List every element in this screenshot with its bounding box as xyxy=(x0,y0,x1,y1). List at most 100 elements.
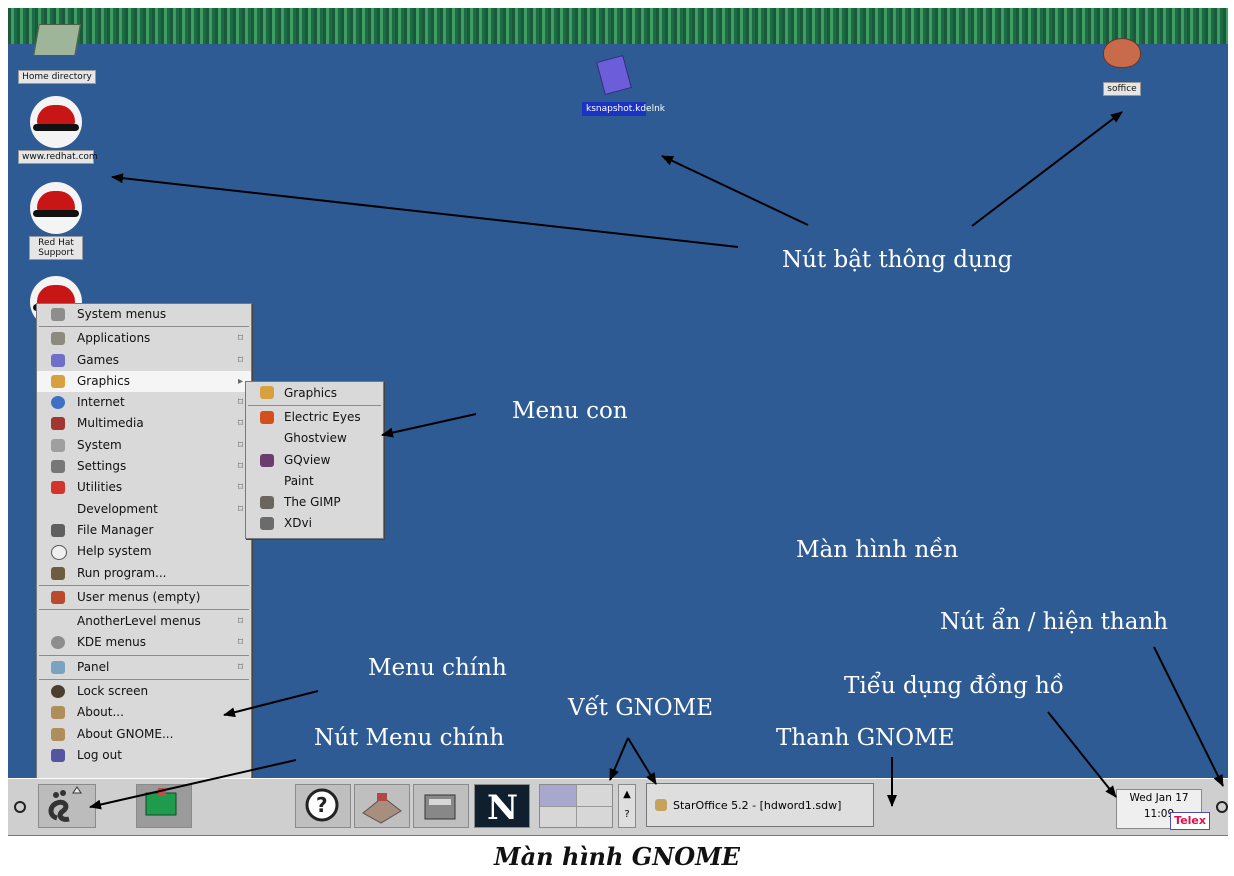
soffice-apple-icon xyxy=(1103,38,1141,68)
menu-item-help-system[interactable]: Help system xyxy=(37,541,251,562)
pager-desktop-4[interactable] xyxy=(577,807,613,828)
menu-item-lock-screen[interactable]: Lock screen xyxy=(37,681,251,702)
submenu-item-electric-eyes[interactable]: Electric Eyes xyxy=(246,407,383,428)
help-icon xyxy=(51,545,67,561)
tasklist-button[interactable]: StarOffice 5.2 - [hdword1.sdw] xyxy=(646,783,874,827)
main-menu-button[interactable] xyxy=(38,784,96,828)
soffice-label: soffice xyxy=(1103,82,1141,96)
applications-icon xyxy=(51,332,65,346)
pager-desktop-1[interactable] xyxy=(540,785,577,807)
menu-item-internet[interactable]: Internet ⌑ xyxy=(37,392,251,413)
submenu-arrow-icon: ⌑ xyxy=(237,637,243,649)
redhat-support-icon[interactable]: Red Hat Support xyxy=(17,182,95,260)
netscape-icon: N xyxy=(487,788,518,828)
ksnapshot-label: ksnapshot.kdelnk xyxy=(582,102,665,116)
redhat-support-label: Red Hat Support xyxy=(29,236,83,260)
gnome-panel[interactable]: ? N ▲? StarOffice 5.2 - [hdword1.sdw] We… xyxy=(8,778,1228,836)
menu-item-system-menus[interactable]: System menus xyxy=(37,304,251,325)
hide-panel-left-button[interactable] xyxy=(14,801,26,813)
submenu-item-ghostview[interactable]: Ghostview xyxy=(246,428,383,449)
lock-icon xyxy=(51,685,65,699)
staroffice-icon xyxy=(655,799,667,811)
netscape-launcher-icon[interactable]: N xyxy=(474,784,530,828)
menu-separator xyxy=(39,654,249,656)
annotation-clock-applet: Tiểu dụng đồng hồ xyxy=(844,673,1064,699)
gqview-icon xyxy=(260,453,274,467)
desktop-wallpaper-strip xyxy=(8,8,1228,44)
redhat-logo-icon xyxy=(30,182,82,234)
menu-item-log-out[interactable]: Log out xyxy=(37,745,251,766)
clock-applet[interactable]: Wed Jan 17 11:09 Telex xyxy=(1116,789,1210,830)
menu-item-panel[interactable]: Panel ⌑ xyxy=(37,657,251,678)
submenu-arrow-icon: ▸ xyxy=(237,375,243,387)
menu-item-utilities[interactable]: Utilities ⌑ xyxy=(37,477,251,498)
launcher-green-icon[interactable] xyxy=(136,784,192,828)
menu-item-settings[interactable]: Settings ⌑ xyxy=(37,456,251,477)
menu-separator xyxy=(39,679,249,681)
submenu-item-graphics[interactable]: Graphics xyxy=(246,382,383,404)
menu-item-about[interactable]: About... xyxy=(37,702,251,723)
question-icon: ? xyxy=(624,809,630,820)
soffice-icon[interactable]: soffice xyxy=(1092,38,1152,96)
ksnapshot-icon[interactable]: ksnapshot.kdelnk xyxy=(578,54,665,116)
menu-item-anotherlevel-menus[interactable]: AnotherLevel menus ⌑ xyxy=(37,611,251,632)
home-directory-icon[interactable]: Home directory xyxy=(12,24,102,84)
submenu-item-paint[interactable]: Paint xyxy=(246,471,383,492)
help-icon: ? xyxy=(305,788,339,822)
electric-eyes-icon xyxy=(260,411,274,424)
graphics-icon xyxy=(51,374,65,388)
submenu-arrow-icon: ⌑ xyxy=(237,461,243,473)
telex-badge: Telex xyxy=(1170,812,1210,830)
menu-item-kde-menus[interactable]: KDE menus ⌑ xyxy=(37,632,251,653)
user-menus-icon xyxy=(51,590,65,604)
main-menu[interactable]: System menus Applications ⌑ Games ⌑ Graphi… xyxy=(36,303,252,779)
gnome-pager[interactable] xyxy=(539,784,613,828)
task-label: StarOffice 5.2 - [hdword1.sdw] xyxy=(673,799,842,812)
file-manager-icon xyxy=(51,523,65,537)
menu-item-multimedia[interactable]: Multimedia ⌑ xyxy=(37,413,251,434)
terminal-launcher-icon[interactable] xyxy=(354,784,410,828)
annotation-gnome-panel: Thanh GNOME xyxy=(776,725,955,751)
pager-menu-button[interactable]: ▲? xyxy=(618,784,636,828)
submenu-item-gimp[interactable]: The GIMP xyxy=(246,492,383,513)
menu-item-applications[interactable]: Applications ⌑ xyxy=(37,328,251,349)
svg-text:?: ? xyxy=(316,793,328,817)
menu-item-development[interactable]: Development ⌑ xyxy=(37,499,251,520)
about-icon xyxy=(51,706,65,720)
menu-item-about-gnome[interactable]: About GNOME... xyxy=(37,724,251,745)
annotation-launchers: Nút bật thông dụng xyxy=(782,247,1013,273)
menu-item-system[interactable]: System ⌑ xyxy=(37,435,251,456)
annotation-hide-panel: Nút ẩn / hiện thanh xyxy=(940,609,1169,635)
annotation-desktop: Màn hình nền xyxy=(796,537,959,563)
submenu-arrow-icon: ⌑ xyxy=(237,503,243,515)
svg-text:N: N xyxy=(487,788,518,827)
submenu-arrow-icon: ⌑ xyxy=(237,397,243,409)
graphics-icon xyxy=(260,386,274,399)
gimp-icon xyxy=(260,496,274,510)
menu-item-user-menus[interactable]: User menus (empty) xyxy=(37,587,251,608)
submenu-arrow-icon: ⌑ xyxy=(237,616,243,628)
menu-separator xyxy=(39,609,249,611)
menu-item-run-program[interactable]: Run program... xyxy=(37,563,251,584)
pager-desktop-2[interactable] xyxy=(577,785,613,807)
redhat-com-icon[interactable]: www.redhat.com xyxy=(17,96,98,164)
help-launcher-icon[interactable]: ? xyxy=(295,784,351,828)
pager-desktop-3[interactable] xyxy=(540,807,577,828)
annotation-gnome-pager: Vết GNOME xyxy=(568,695,714,721)
games-icon xyxy=(51,353,65,367)
hide-panel-right-button[interactable] xyxy=(1216,801,1228,813)
terminal-icon xyxy=(362,793,402,824)
menu-item-games[interactable]: Games ⌑ xyxy=(37,350,251,371)
submenu-item-gqview[interactable]: GQview xyxy=(246,450,383,471)
menu-item-file-manager[interactable]: File Manager xyxy=(37,520,251,541)
submenu-item-xdvi[interactable]: XDvi xyxy=(246,513,383,534)
menu-item-graphics[interactable]: Graphics ▸ xyxy=(37,370,251,393)
settings-launcher-icon[interactable] xyxy=(413,784,469,828)
internet-icon xyxy=(51,396,65,410)
graphics-submenu[interactable]: Graphics Electric Eyes Ghostview GQview … xyxy=(245,381,384,539)
submenu-arrow-icon: ⌑ xyxy=(237,661,243,673)
submenu-arrow-icon: ⌑ xyxy=(237,482,243,494)
utilities-icon xyxy=(51,481,65,495)
settings-icon xyxy=(51,308,65,321)
submenu-arrow-icon: ⌑ xyxy=(237,439,243,451)
